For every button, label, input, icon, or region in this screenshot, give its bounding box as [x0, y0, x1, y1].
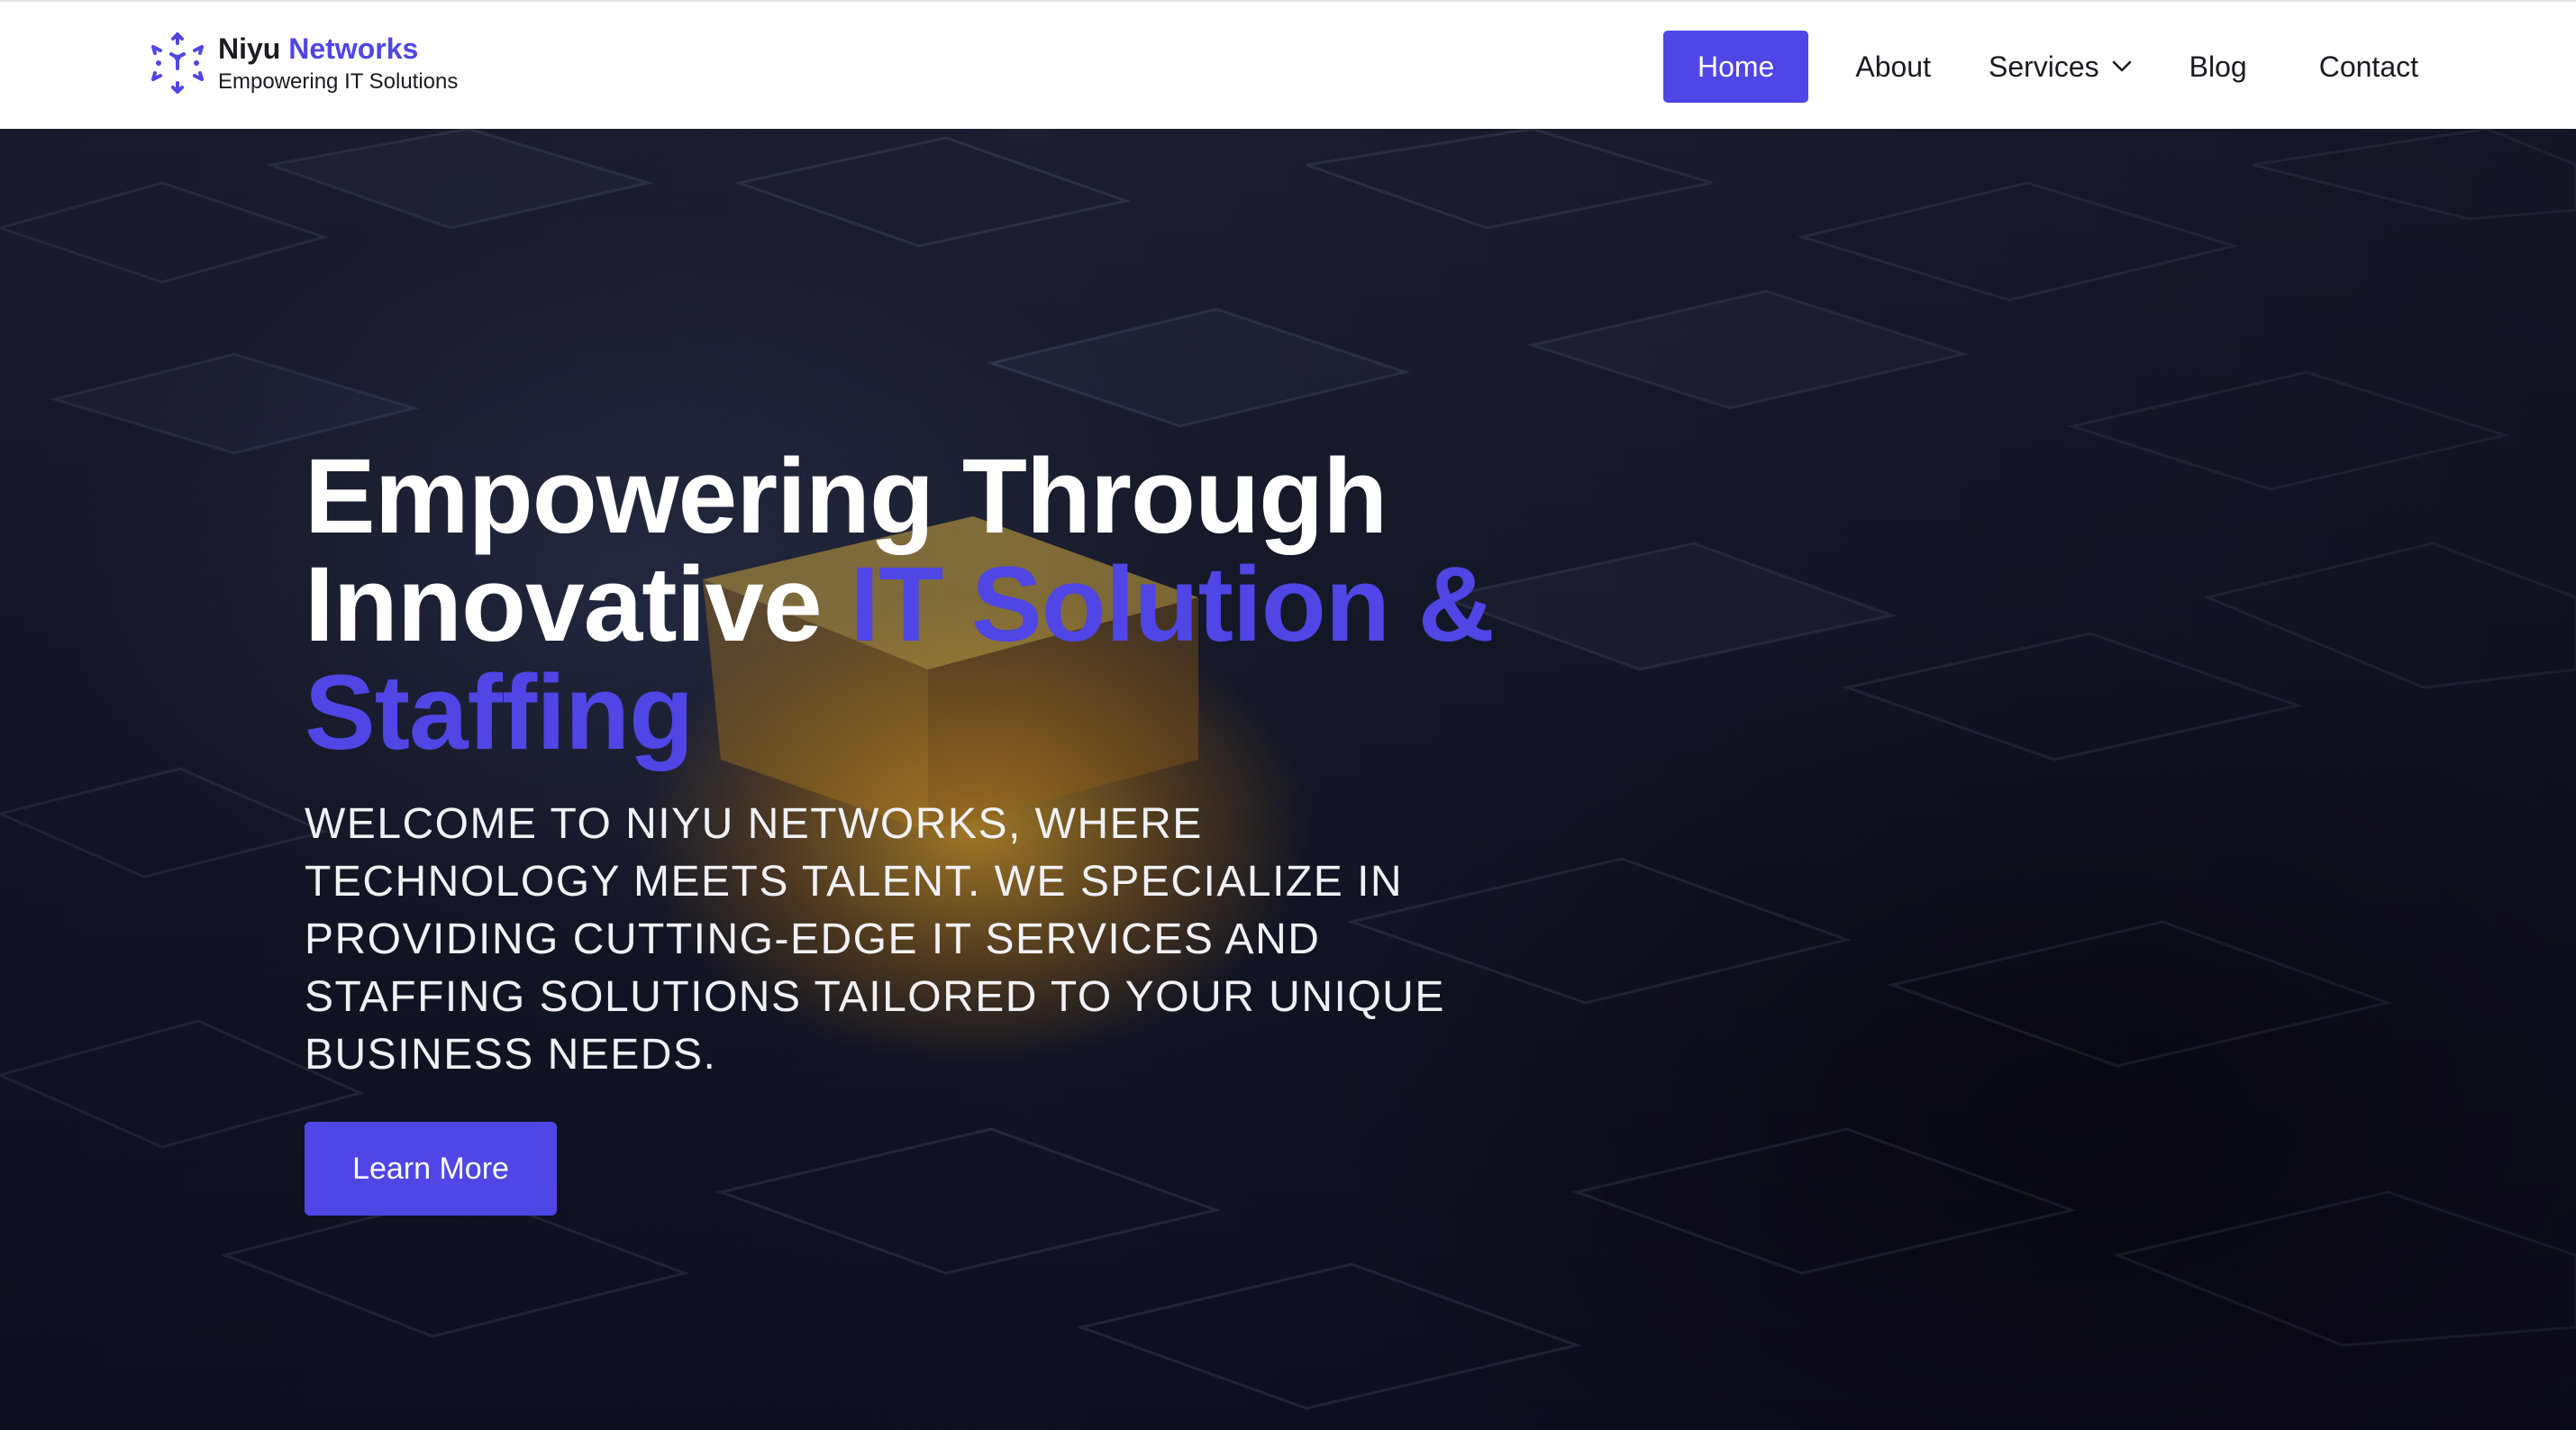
hero-description: WELCOME TO NIYU NETWORKS, WHERE TECHNOLO… [305, 800, 1445, 1079]
hero-content: Empowering Through Innovative IT Solutio… [305, 442, 1495, 1216]
hero-title-line1: Empowering Through [305, 437, 1388, 556]
learn-more-button[interactable]: Learn More [305, 1122, 557, 1216]
nav-item-blog[interactable]: Blog [2161, 31, 2276, 103]
hero-title-line2-accent: IT Solution & [850, 545, 1495, 664]
brand-text: Niyu Networks Empowering IT Solutions [218, 32, 458, 95]
hero-title: Empowering Through Innovative IT Solutio… [305, 442, 1495, 767]
brand-name-primary: Niyu [218, 32, 281, 65]
brand-tagline: Empowering IT Solutions [218, 69, 459, 94]
hero-title-line2-plain: Innovative [305, 545, 851, 664]
network-nodes-icon [151, 32, 204, 94]
chevron-down-icon [2112, 60, 2131, 72]
nav-item-home[interactable]: Home [1662, 31, 1809, 103]
brand-name-accent: Networks [288, 32, 419, 65]
nav-item-services[interactable]: Services [1960, 31, 2161, 103]
nav-item-contact[interactable]: Contact [2276, 31, 2418, 103]
site-header: Niyu Networks Empowering IT Solutions Ho… [0, 0, 2576, 129]
hero-title-line3-accent: Staffing [305, 653, 694, 772]
brand-name: Niyu Networks [218, 32, 458, 66]
nav-item-about[interactable]: About [1826, 31, 1960, 103]
main-nav: Home About Services Blog Contact [1662, 31, 2418, 103]
hero-section: Empowering Through Innovative IT Solutio… [0, 129, 2576, 1430]
brand-logo[interactable]: Niyu Networks Empowering IT Solutions [150, 31, 458, 96]
nav-item-services-label: Services [1988, 50, 2099, 83]
